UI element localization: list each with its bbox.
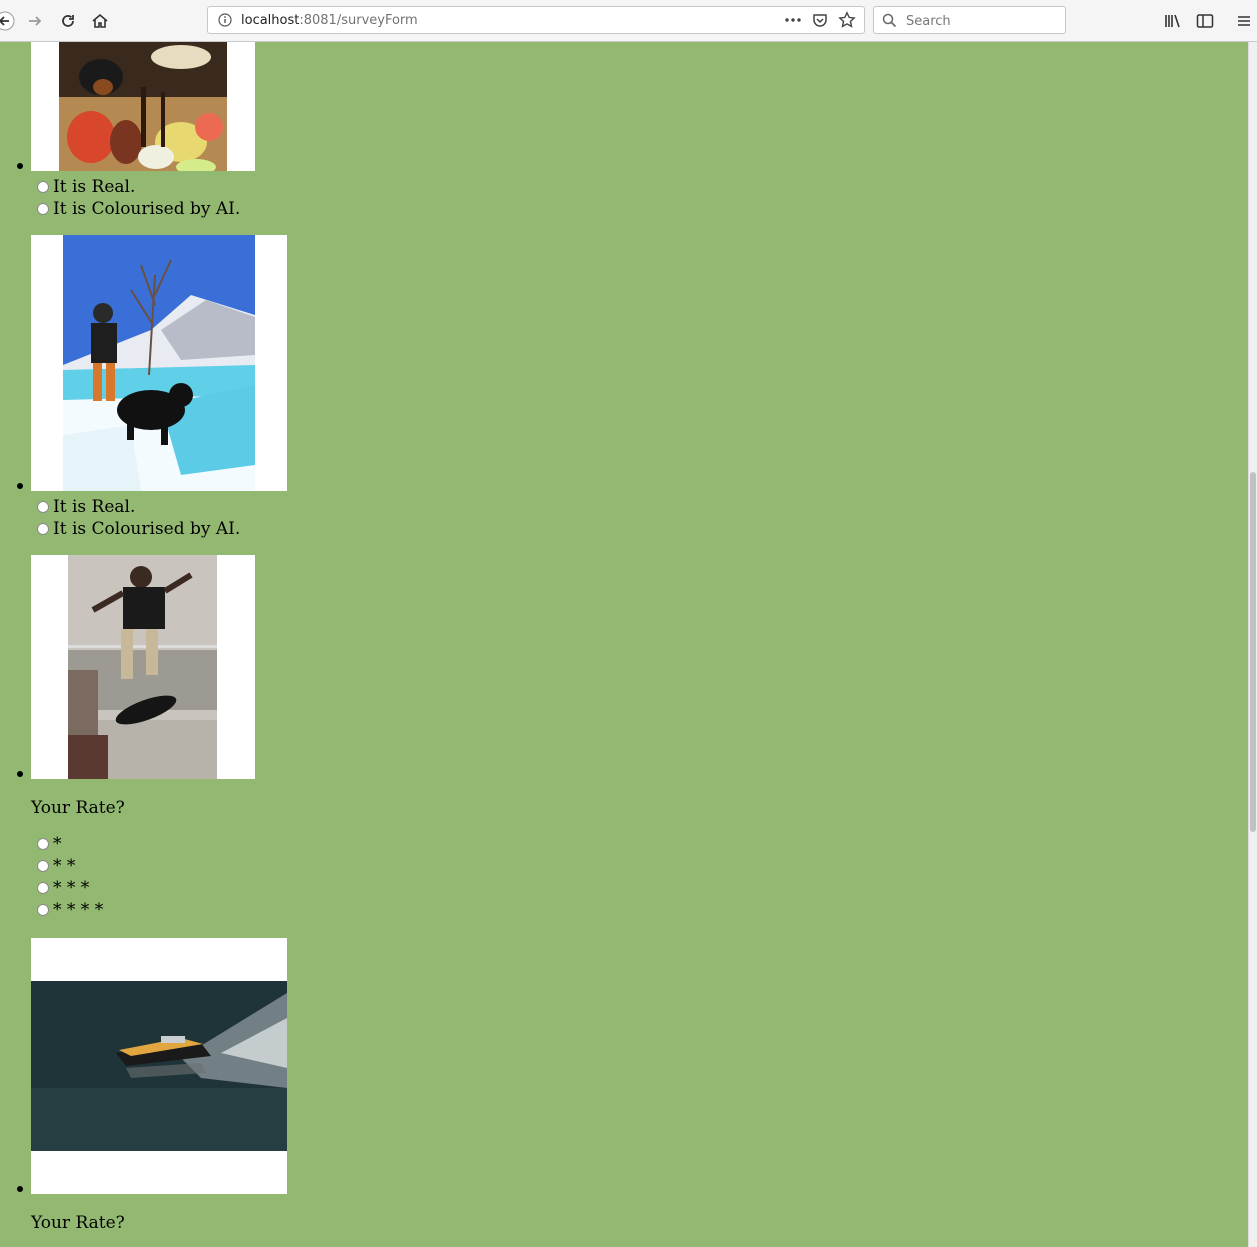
option-row[interactable]: It is Real. (37, 497, 135, 517)
snow-hiker-dog-photo (31, 235, 287, 491)
radio-button[interactable] (37, 181, 49, 193)
radio-button[interactable] (37, 501, 49, 513)
url-text[interactable]: localhost:8081/surveyForm (241, 13, 418, 28)
reload-button[interactable] (55, 8, 81, 34)
url-bar[interactable]: localhost:8081/surveyForm (207, 6, 865, 34)
radio-button[interactable] (37, 904, 49, 916)
library-button[interactable] (1160, 8, 1186, 34)
forward-button[interactable] (22, 8, 48, 34)
radio-button[interactable] (37, 523, 49, 535)
snow-hiker-dog-image (31, 235, 287, 491)
search-input[interactable] (904, 11, 1058, 31)
radio-button[interactable] (37, 203, 49, 215)
rating-label: * (53, 834, 62, 854)
option-label: It is Real. (53, 177, 136, 197)
list-item-bullet (17, 483, 23, 489)
food-photo (31, 42, 255, 171)
rating-label: * * * * (53, 900, 104, 920)
bookmark-star-icon[interactable] (838, 11, 856, 29)
radio-button[interactable] (37, 838, 49, 850)
sidebar-button[interactable] (1192, 8, 1218, 34)
rate-question: Your Rate? (31, 798, 125, 818)
page-scrollbar[interactable] (1248, 42, 1257, 1247)
rating-option-row[interactable]: * (37, 834, 62, 854)
option-row[interactable]: It is Colourised by AI. (37, 199, 240, 219)
radio-button[interactable] (37, 882, 49, 894)
list-item-bullet (17, 163, 23, 169)
library-icon (1165, 14, 1180, 28)
url-host: localhost (241, 13, 300, 28)
sidebar-icon (1196, 14, 1214, 28)
option-label: It is Colourised by AI. (53, 199, 241, 219)
rate-question: Your Rate? (31, 1213, 125, 1233)
url-path: /surveyForm (336, 13, 418, 28)
speedboat-photo (31, 938, 287, 1194)
rating-option-row[interactable]: * * (37, 856, 75, 876)
scrollbar-thumb[interactable] (1250, 472, 1256, 832)
speedboat-image (31, 938, 287, 1194)
list-item-bullet (17, 1186, 23, 1192)
search-icon (882, 13, 897, 28)
list-item-bullet (17, 771, 23, 777)
browser-toolbar: localhost:8081/surveyForm (0, 0, 1257, 42)
rating-label: * * * (53, 878, 90, 898)
forward-arrow-icon (29, 16, 42, 26)
skateboarder-photo (31, 555, 255, 779)
option-row[interactable]: It is Colourised by AI. (37, 519, 240, 539)
option-row[interactable]: It is Real. (37, 177, 135, 197)
home-icon (92, 13, 108, 28)
site-info-icon[interactable] (218, 13, 232, 27)
food-photo-image (31, 42, 255, 171)
rating-option-row[interactable]: * * * * (37, 900, 103, 920)
back-arrow-icon (0, 11, 15, 31)
pocket-icon[interactable] (812, 12, 828, 28)
url-port: :8081 (299, 13, 337, 28)
skateboarder-image (31, 555, 255, 779)
radio-button[interactable] (37, 860, 49, 872)
rating-option-row[interactable]: * * * (37, 878, 89, 898)
search-bar[interactable] (873, 6, 1066, 34)
home-button[interactable] (87, 8, 113, 34)
option-label: It is Colourised by AI. (53, 519, 241, 539)
back-button[interactable] (0, 8, 18, 34)
hamburger-menu-icon (1238, 16, 1250, 26)
option-label: It is Real. (53, 497, 136, 517)
reload-icon (62, 15, 74, 27)
page-actions-icon[interactable] (784, 13, 802, 27)
menu-button[interactable] (1231, 8, 1257, 34)
rating-label: * * (53, 856, 76, 876)
